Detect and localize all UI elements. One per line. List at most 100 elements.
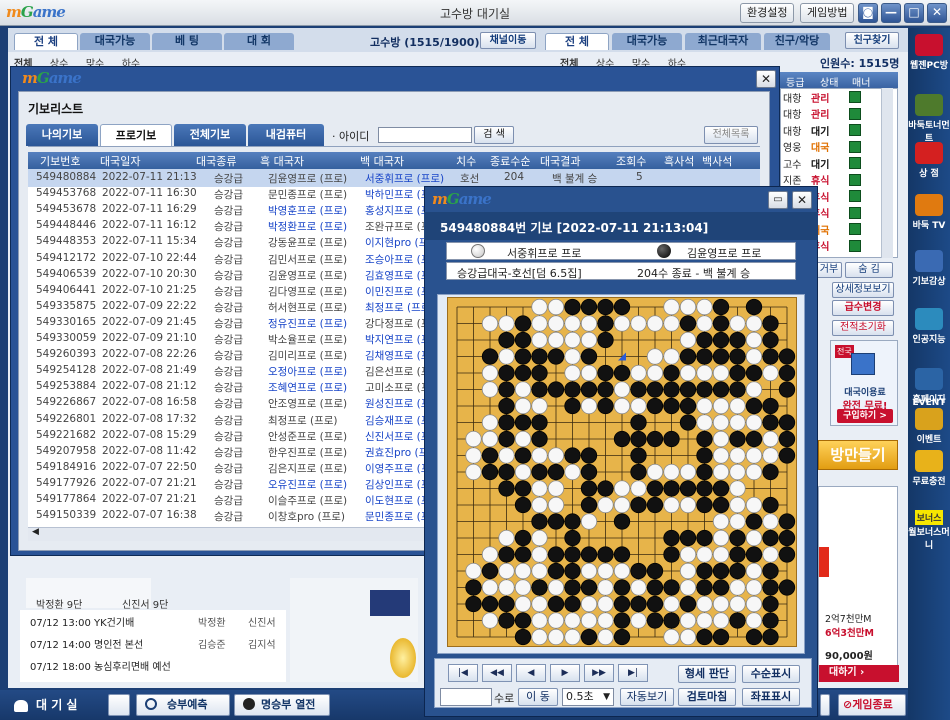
find-friend-button[interactable]: 친구찾기 <box>845 32 899 49</box>
black-stone <box>696 447 713 464</box>
header-state[interactable]: 상태 <box>820 74 838 89</box>
column-header[interactable]: 대국종류 <box>196 153 236 169</box>
change-grade-button[interactable]: 급수변경 <box>832 300 894 316</box>
tab-all[interactable]: 전 체 <box>14 33 78 50</box>
camera-icon[interactable]: ◙ <box>858 3 878 23</box>
promo-buy-button[interactable]: 구입하기 > <box>837 409 893 423</box>
user-row[interactable]: 대항 관리 <box>781 89 897 106</box>
end-review-button[interactable]: 검토마침 <box>678 688 736 706</box>
user-list-scrollbar[interactable] <box>881 88 893 258</box>
viewer-restore-button[interactable]: ▭ <box>768 191 788 209</box>
detail-info-button[interactable]: 상세정보보기 <box>832 282 894 298</box>
user-row[interactable]: 고수 대기 <box>781 155 897 172</box>
position-judge-button[interactable]: 형세 판단 <box>678 665 736 683</box>
show-moves-button[interactable]: 수순표시 <box>742 665 800 683</box>
book-icon <box>849 173 861 186</box>
close-icon[interactable]: ✕ <box>927 3 947 23</box>
first-move-button[interactable]: |◀ <box>448 664 478 682</box>
scroll-left-icon[interactable]: ◀ <box>32 527 39 537</box>
column-header[interactable]: 흑 대국자 <box>260 153 304 169</box>
tab-tournament[interactable]: 대 회 <box>224 33 294 50</box>
exit-game-button[interactable]: ⊘게임종료 <box>838 694 906 716</box>
white-stone <box>531 546 548 563</box>
column-header[interactable]: 백 대국자 <box>360 153 404 169</box>
user-row[interactable]: 대항 관리 <box>781 106 897 123</box>
column-header[interactable]: 흑사석 <box>664 153 694 169</box>
prev-move-button[interactable]: ◀ <box>516 664 546 682</box>
viewer-close-button[interactable]: ✕ <box>792 191 812 209</box>
column-header[interactable]: 치수 <box>456 153 476 169</box>
column-header[interactable]: 기보번호 <box>40 153 80 169</box>
tab-available[interactable]: 대국가능 <box>80 33 150 50</box>
id-search-input[interactable] <box>378 127 472 143</box>
sidebar-item[interactable]: 기보감상 <box>908 250 950 287</box>
free-promo-banner[interactable]: 전국 대국이용료 완전 무료! 구입하기 > <box>830 340 898 426</box>
column-header[interactable]: 조회수 <box>616 153 646 169</box>
news-item[interactable]: 07/12 13:00 YK건기배 박정환 신진서 <box>30 614 280 629</box>
tab-all-kibo[interactable]: 전체기보 <box>174 124 246 146</box>
auto-play-button[interactable]: 자동보기 <box>620 688 674 706</box>
tab-recent-opponents[interactable]: 최근대국자 <box>685 33 761 50</box>
bottom-edge-button[interactable] <box>820 694 830 716</box>
tab-computer-kibo[interactable]: 내검퓨터 <box>248 124 324 146</box>
sidebar-item[interactable]: 웹젠PC방 <box>908 34 950 71</box>
user-row[interactable]: 대항 대기 <box>781 122 897 139</box>
sidebar-item[interactable]: 무료충전 <box>908 450 950 487</box>
column-header[interactable]: 종료수순 <box>490 153 530 169</box>
news-item[interactable]: 07/12 14:00 명인전 본선 김승준 김지석 <box>30 636 280 651</box>
speed-select[interactable]: 0.5초 ▼ <box>562 688 614 706</box>
table-cell: 2022-07-10 21:25 <box>102 283 197 296</box>
tab-my-kibo[interactable]: 나의기보 <box>26 124 98 146</box>
black-stone <box>729 430 746 448</box>
tab-friends[interactable]: 친구/악당 <box>764 33 830 50</box>
move-go-button[interactable]: 이 동 <box>518 688 558 706</box>
make-room-button[interactable]: 방만들기 <box>818 440 898 470</box>
show-coords-button[interactable]: 좌표표시 <box>742 688 800 706</box>
tab-users-all[interactable]: 전 체 <box>545 33 609 50</box>
all-list-button[interactable]: 전체목록 <box>704 126 758 144</box>
maximize-icon[interactable]: □ <box>904 3 924 23</box>
column-header[interactable]: 대국결과 <box>540 153 580 169</box>
tab-users-available[interactable]: 대국가능 <box>612 33 682 50</box>
block-button[interactable]: 거부 <box>816 262 842 278</box>
user-row[interactable]: 영웅 대국 <box>781 139 897 156</box>
sidebar-item[interactable]: 바둑 TV <box>908 194 950 231</box>
hide-button[interactable]: 숨 김 <box>845 262 893 278</box>
column-header[interactable]: 대국일자 <box>100 153 140 169</box>
tab-pro-kibo[interactable]: 프로기보 <box>100 124 172 146</box>
channel-move-button[interactable]: 채널이동 <box>480 32 536 49</box>
header-manner[interactable]: 매너 <box>852 74 870 89</box>
famous-games-button[interactable]: 명승부 열전 <box>234 694 330 716</box>
go-board[interactable] <box>447 297 797 647</box>
sidebar-item[interactable]: 보너스 월보너스머니 <box>908 510 950 551</box>
header-grade[interactable]: 등급 <box>786 74 804 89</box>
last-move-button[interactable]: ▶| <box>618 664 648 682</box>
how-to-play-button[interactable]: 게임방법 <box>800 3 855 23</box>
sidebar-item[interactable]: 상 점 <box>908 142 950 179</box>
ad-cta[interactable]: 대하기 › <box>819 665 899 682</box>
player-card-2[interactable]: 신진서 9단 <box>112 578 192 611</box>
sidebar-item[interactable]: 인공지능 <box>908 308 950 345</box>
kibo-close-button[interactable]: ✕ <box>756 70 776 88</box>
waiting-room-tab[interactable]: 대 기 실 <box>14 692 104 718</box>
move-number-input[interactable] <box>440 688 492 706</box>
money-ad-banner[interactable]: 2억7천만M 6억3천만M 90,000원 대하기 › <box>818 486 899 682</box>
prediction-button[interactable]: 승부예측 <box>136 694 230 716</box>
white-stone <box>679 298 697 316</box>
search-button[interactable]: 검 색 <box>474 126 514 144</box>
grid-icon[interactable] <box>108 694 130 716</box>
column-header[interactable]: 백사석 <box>702 153 732 169</box>
sidebar-item[interactable]: EVENT 이벤트 <box>908 398 950 445</box>
table-cell: 안조영프로 (프로) <box>268 398 348 411</box>
back-ten-button[interactable]: ◀◀ <box>482 664 512 682</box>
next-move-button[interactable]: ▶ <box>550 664 580 682</box>
settings-button[interactable]: 환경설정 <box>740 3 795 23</box>
news-item[interactable]: 07/12 18:00 농심후리면배 예선 <box>30 658 280 673</box>
reset-record-button[interactable]: 전적초기화 <box>832 320 894 336</box>
forward-ten-button[interactable]: ▶▶ <box>584 664 614 682</box>
tab-betting[interactable]: 베 팅 <box>152 33 222 50</box>
sidebar-item[interactable]: 바둑토너먼트 <box>908 94 950 144</box>
minimize-icon[interactable]: — <box>881 3 901 23</box>
black-stone <box>547 513 565 530</box>
coin-ad[interactable] <box>290 578 418 682</box>
